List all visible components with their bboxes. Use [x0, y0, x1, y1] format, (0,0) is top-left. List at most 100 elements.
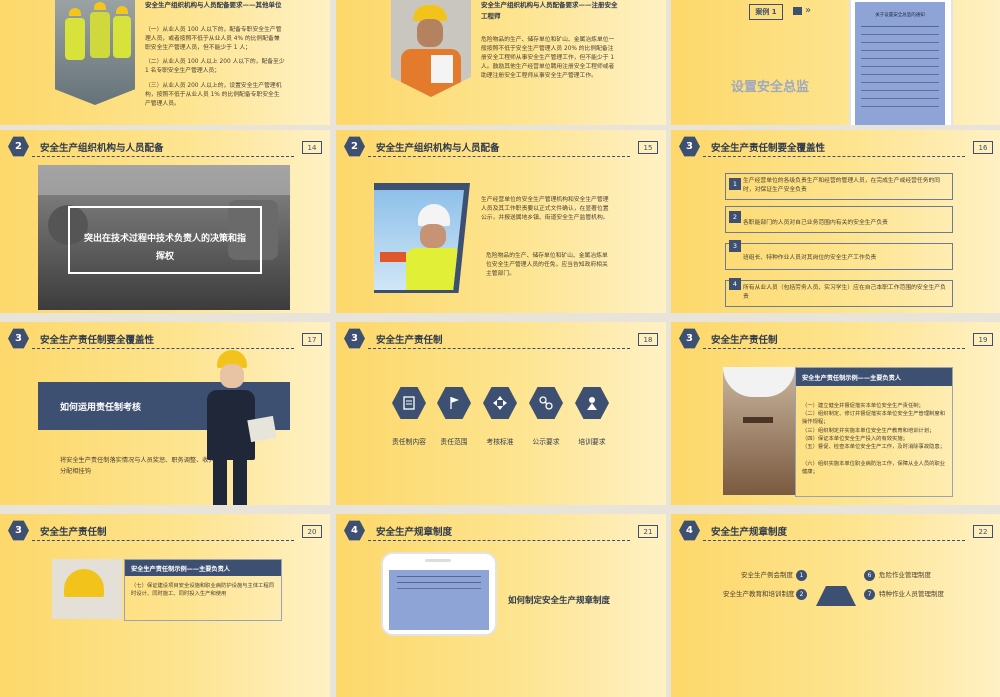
card: 安全生产责任制示例——主要负责人 （七）保证建设项目安全设施和职业病防护设施与主… — [124, 559, 282, 621]
arrows-icon — [483, 387, 517, 419]
rule-item-number: 7 — [864, 589, 875, 600]
rule-item-number: 6 — [864, 570, 875, 581]
resp-item-text: 班组长、特种作业人员对其岗位的安全生产工作负责 — [743, 255, 877, 261]
center-hex — [816, 586, 856, 606]
slide-title: 安全生产组织机构与人员配备 — [376, 143, 500, 154]
slide-thumb-6[interactable]: 3 安全生产责任制要全覆盖性 16 1 生产经营单位的各级负责生产和经营的管理人… — [671, 130, 1000, 313]
slide-title: 安全生产组织机构与人员配备要求——注册安全工程师 — [481, 1, 618, 20]
rule-item-text: 安全生产例会制度 — [741, 571, 793, 579]
card: 安全生产责任制示例——主要负责人 （一）建立健全并督促落实本单位安全生产责任制；… — [795, 367, 953, 497]
link-icon — [529, 387, 563, 419]
woman-engineer-photo — [391, 0, 471, 97]
card-line: （二）组织制定、修订并督促落实本单位安全生产管理制度和操作规程； — [802, 411, 946, 426]
slide-title: 安全生产规章制度 — [711, 527, 788, 538]
page-number: 15 — [638, 141, 658, 154]
divider — [703, 156, 965, 157]
worker-photo — [374, 190, 464, 290]
card-title: 安全生产责任制示例——主要负责人 — [131, 566, 230, 573]
resp-item-number: 4 — [729, 278, 741, 290]
slide-thumb-9[interactable]: 3 安全生产责任制 19 安全生产责任制示例——主要负责人 （一）建立健全并督促… — [671, 322, 1000, 505]
para: （一）从业人员 100 人以下的，配备专职安全生产管理人员，或者按照不低于从业人… — [145, 27, 282, 51]
slide-thumb-3[interactable]: 案例 1 » 设置安全总监 关于设置安全总监的通知 — [671, 0, 1000, 125]
page-number: 16 — [973, 141, 993, 154]
page-number: 21 — [638, 525, 658, 538]
slide-thumb-4[interactable]: 2 安全生产组织机构与人员配备 14 突出在技术过程中技术负责人的决策和指挥权 — [0, 130, 330, 313]
card-line: （六）组织实施本单位职业病防治工作，保障从业人员的职业健康； — [802, 461, 946, 476]
divider — [703, 540, 965, 541]
para: 生产经营单位的安全生产管理机构和安全生产管理人员及其工作职责要以正式文件确认，在… — [481, 197, 609, 221]
card-title-bar: 安全生产责任制示例——主要负责人 — [125, 560, 281, 576]
slide-thumb-5[interactable]: 2 安全生产组织机构与人员配备 15 生产经营单位的安全生产管理机构和安全生产管… — [336, 130, 666, 313]
section-number: 3 — [679, 136, 700, 157]
section-number: 3 — [344, 328, 365, 349]
section-number: 3 — [8, 328, 29, 349]
rule-item-text: 特种作业人员管理制度 — [879, 590, 944, 598]
section-number: 3 — [8, 520, 29, 541]
doc-title: 关于设置安全总监的通知 — [875, 13, 925, 18]
divider — [32, 156, 294, 157]
page-number: 22 — [973, 525, 993, 538]
phone-mockup: 关于设置安全总监的通知 — [849, 0, 953, 125]
document-icon — [392, 387, 426, 419]
card-title: 安全生产责任制示例——主要负责人 — [802, 375, 901, 382]
resp-item-number: 3 — [729, 240, 741, 252]
slide-thumb-11[interactable]: 4 安全生产规章制度 21 如何制定安全生产规章制度 — [336, 514, 666, 697]
workers-photo — [55, 0, 135, 105]
slide-title: 安全生产责任制要全覆盖性 — [711, 143, 826, 154]
divider — [32, 540, 294, 541]
page-number: 20 — [302, 525, 322, 538]
slide-title: 安全生产责任制 — [376, 335, 443, 346]
card-title-bar: 安全生产责任制示例——主要负责人 — [796, 368, 952, 386]
highlight-box: 突出在技术过程中技术负责人的决策和指挥权 — [68, 206, 262, 274]
slide-thumb-7[interactable]: 3 安全生产责任制要全覆盖性 17 如何运用责任制考核 将安全生产责任制落实情况… — [0, 322, 330, 505]
highlight-text: 突出在技术过程中技术负责人的决策和指挥权 — [83, 234, 246, 262]
divider — [703, 348, 965, 349]
divider — [368, 348, 630, 349]
slide-thumb-2[interactable]: 安全生产组织机构与人员配备要求——注册安全工程师 危险物品的生产、储存单位和矿山… — [336, 0, 666, 125]
slide-thumb-12[interactable]: 4 安全生产规章制度 22 安全生产例会制度 1 安全生产教育和培训制度 2 6… — [671, 514, 1000, 697]
section-number: 4 — [344, 520, 365, 541]
page-number: 19 — [973, 333, 993, 346]
businesswoman-photo — [195, 348, 295, 505]
flag-icon — [437, 387, 471, 419]
rule-item-number: 1 — [796, 570, 807, 581]
divider — [368, 156, 630, 157]
slide-thumb-10[interactable]: 3 安全生产责任制 20 安全生产责任制示例——主要负责人 （七）保证建设项目安… — [0, 514, 330, 697]
para: 危险物品的生产、储存单位和矿山、金属冶炼单位安全生产管理人员的任免，应当告知政府… — [486, 253, 608, 277]
rule-item-text: 危险作业管理制度 — [879, 571, 931, 579]
slide-title: 安全生产责任制要全覆盖性 — [40, 335, 155, 346]
divider — [368, 540, 630, 541]
rule-item-text: 安全生产教育和培训制度 — [723, 590, 795, 598]
resp-item-number: 1 — [729, 178, 741, 190]
slide-text: 如何制定安全生产规章制度 — [508, 596, 611, 606]
section-number: 2 — [8, 136, 29, 157]
engineer-face-photo — [723, 367, 795, 495]
card-line: （五）督促、检查本单位安全生产工作，及时消除事故隐患； — [802, 444, 946, 450]
case-label: 案例 1 — [749, 4, 783, 20]
card-line: （七）保证建设项目安全设施和职业病防护设施与主体工程同时设计、同时施工、同时投入… — [131, 583, 275, 598]
slide-title: 安全生产规章制度 — [376, 527, 453, 538]
resp-item-text: 生产经营单位的各级负责生产和经营的管理人员，在完成生产或经营任务的同时，对保证生… — [743, 178, 941, 193]
phone-mockup — [381, 552, 497, 636]
para: （三）从业人员 200 人以上的，设置安全生产管理机构，按照不低于从业人员 1%… — [145, 83, 282, 107]
arrow-icon — [793, 7, 802, 15]
section-number: 2 — [344, 136, 365, 157]
slide-thumb-8[interactable]: 3 安全生产责任制 18 责任制内容 责任范围 考核标准 公示要求 培训要求 — [336, 322, 666, 505]
section-number: 3 — [679, 328, 700, 349]
page-number: 18 — [638, 333, 658, 346]
chevron-right-icon: » — [805, 5, 812, 16]
page-number: 14 — [302, 141, 322, 154]
slide-title: 安全生产组织机构与人员配备 — [40, 143, 164, 154]
resp-item-number: 2 — [729, 211, 741, 223]
para: （二）从业人员 100 人以上 200 人以下的，配备至少 1 名专职安全生产管… — [145, 59, 285, 74]
slide-title: 安全生产责任制 — [40, 527, 107, 538]
page-number: 17 — [302, 333, 322, 346]
worker-photo — [52, 559, 122, 619]
slide-title: 安全生产责任制 — [711, 335, 778, 346]
banner-text: 如何运用责任制考核 — [60, 403, 142, 413]
icon-label: 培训要求 — [578, 438, 606, 446]
resp-item-text: 所有从业人员（包括劳务人员、实习学生）应在自己本职工作范围的安全生产负责 — [743, 285, 946, 300]
case-heading: 设置安全总监 — [731, 80, 810, 95]
slide-thumb-1[interactable]: 安全生产组织机构与人员配备要求——其他单位 （一）从业人员 100 人以下的，配… — [0, 0, 330, 125]
slide-title: 安全生产组织机构与人员配备要求——其他单位 — [145, 1, 282, 9]
